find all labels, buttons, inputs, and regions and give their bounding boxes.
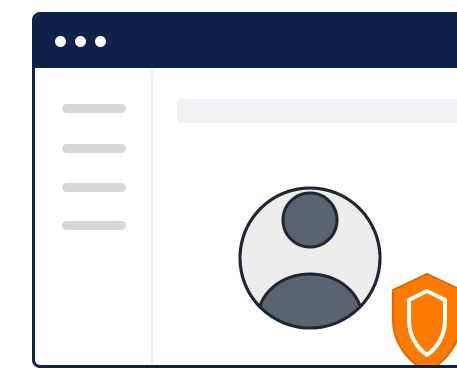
sidebar-item-placeholder[interactable] [62, 144, 126, 153]
profile-illustration [238, 186, 457, 365]
user-avatar-icon[interactable] [238, 186, 382, 362]
window-control-dot[interactable] [75, 36, 86, 47]
security-shield-icon [392, 272, 457, 365]
sidebar-item-placeholder[interactable] [62, 104, 126, 113]
sidebar [35, 68, 153, 365]
sidebar-item-placeholder[interactable] [62, 183, 126, 192]
sidebar-item-placeholder[interactable] [62, 221, 126, 230]
window-control-dot[interactable] [55, 36, 66, 47]
window-title-bar [35, 15, 457, 68]
illustration-stage [0, 0, 457, 370]
browser-window [32, 12, 457, 368]
window-control-dot[interactable] [95, 36, 106, 47]
main-content [153, 68, 457, 365]
